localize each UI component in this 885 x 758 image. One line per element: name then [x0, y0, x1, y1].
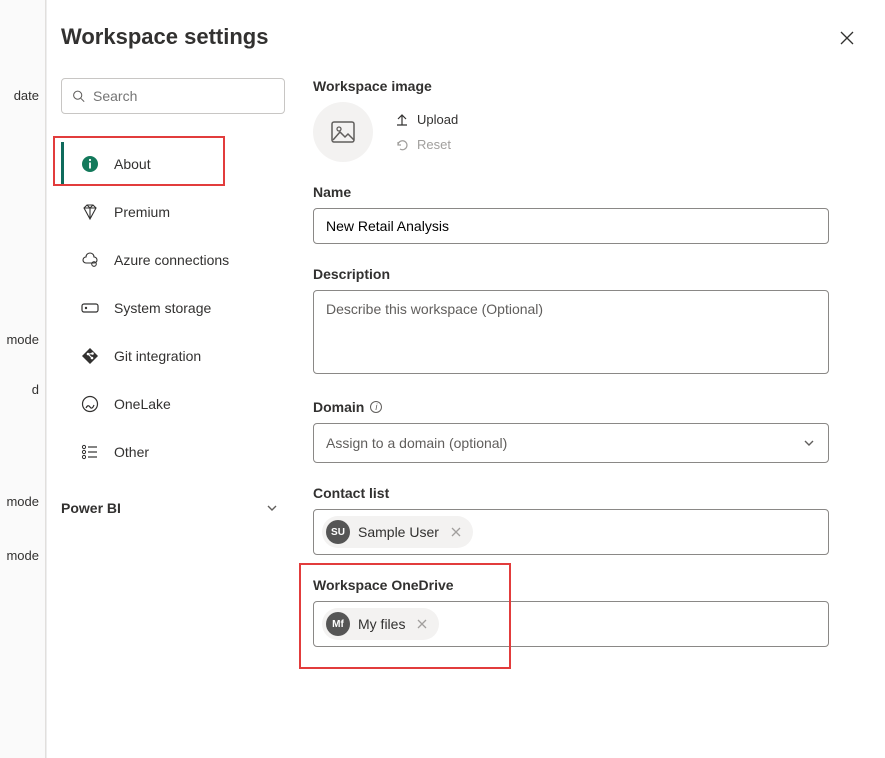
remove-chip-button[interactable] — [447, 524, 465, 540]
upload-icon — [395, 113, 409, 127]
avatar: SU — [326, 520, 350, 544]
nav-label: Other — [114, 444, 149, 460]
search-input[interactable] — [93, 88, 274, 104]
nav-azure[interactable]: Azure connections — [61, 238, 285, 282]
storage-icon — [81, 301, 99, 315]
domain-label: Domain i — [313, 399, 829, 415]
nav-storage[interactable]: System storage — [61, 286, 285, 330]
nav-label: Premium — [114, 204, 170, 220]
close-icon — [839, 30, 855, 46]
chip-label: My files — [358, 616, 405, 632]
background-panel: date mode d mode mode — [0, 0, 46, 758]
contact-chip: SU Sample User — [322, 516, 473, 548]
nav-label: OneLake — [114, 396, 171, 412]
contact-label: Contact list — [313, 485, 829, 501]
form-main: Workspace image Upload Reset — [313, 78, 859, 758]
close-icon — [417, 619, 427, 629]
reset-button: Reset — [395, 137, 458, 152]
domain-label-text: Domain — [313, 399, 364, 415]
image-icon — [329, 118, 357, 146]
nav-other[interactable]: Other — [61, 430, 285, 474]
image-label: Workspace image — [313, 78, 829, 94]
nav-about[interactable]: About — [61, 142, 285, 186]
domain-select[interactable]: Assign to a domain (optional) — [313, 423, 829, 463]
nav-label: About — [114, 156, 151, 172]
info-icon[interactable]: i — [370, 401, 382, 413]
onelake-icon — [81, 395, 99, 413]
section-powerbi[interactable]: Power BI — [61, 490, 285, 526]
nav-git[interactable]: Git integration — [61, 334, 285, 378]
domain-placeholder: Assign to a domain (optional) — [326, 435, 507, 451]
workspace-image-placeholder — [313, 102, 373, 162]
upload-label: Upload — [417, 112, 458, 127]
name-label: Name — [313, 184, 829, 200]
chevron-down-icon — [265, 501, 279, 515]
close-icon — [451, 527, 461, 537]
name-input[interactable] — [313, 208, 829, 244]
settings-list-icon — [81, 444, 99, 460]
nav-premium[interactable]: Premium — [61, 190, 285, 234]
nav-label: Git integration — [114, 348, 201, 364]
upload-button[interactable]: Upload — [395, 112, 458, 127]
contact-input[interactable]: SU Sample User — [313, 509, 829, 555]
onedrive-label: Workspace OneDrive — [313, 577, 829, 593]
nav-label: System storage — [114, 300, 211, 316]
remove-chip-button[interactable] — [413, 616, 431, 632]
git-icon — [81, 347, 99, 365]
reset-label: Reset — [417, 137, 451, 152]
nav-label: Azure connections — [114, 252, 229, 268]
close-button[interactable] — [835, 26, 859, 50]
page-title: Workspace settings — [61, 24, 268, 50]
bg-text: date — [14, 88, 39, 103]
diamond-icon — [81, 203, 99, 221]
reset-icon — [395, 138, 409, 152]
onedrive-chip: Mf My files — [322, 608, 439, 640]
avatar: Mf — [326, 612, 350, 636]
bg-text: mode — [6, 494, 39, 509]
bg-text: mode — [6, 548, 39, 563]
info-circle-icon — [81, 155, 99, 173]
search-icon — [72, 88, 85, 104]
settings-panel: Workspace settings About Premium — [46, 0, 885, 758]
nav-onelake[interactable]: OneLake — [61, 382, 285, 426]
description-label: Description — [313, 266, 829, 282]
onedrive-input[interactable]: Mf My files — [313, 601, 829, 647]
section-label: Power BI — [61, 500, 121, 516]
bg-text: mode — [6, 332, 39, 347]
search-input-wrap[interactable] — [61, 78, 285, 114]
description-input[interactable] — [313, 290, 829, 374]
chevron-down-icon — [802, 436, 816, 450]
settings-sidebar: About Premium Azure connections System s… — [61, 78, 285, 758]
chip-label: Sample User — [358, 524, 439, 540]
cloud-cog-icon — [80, 251, 100, 269]
bg-text: d — [32, 382, 39, 397]
